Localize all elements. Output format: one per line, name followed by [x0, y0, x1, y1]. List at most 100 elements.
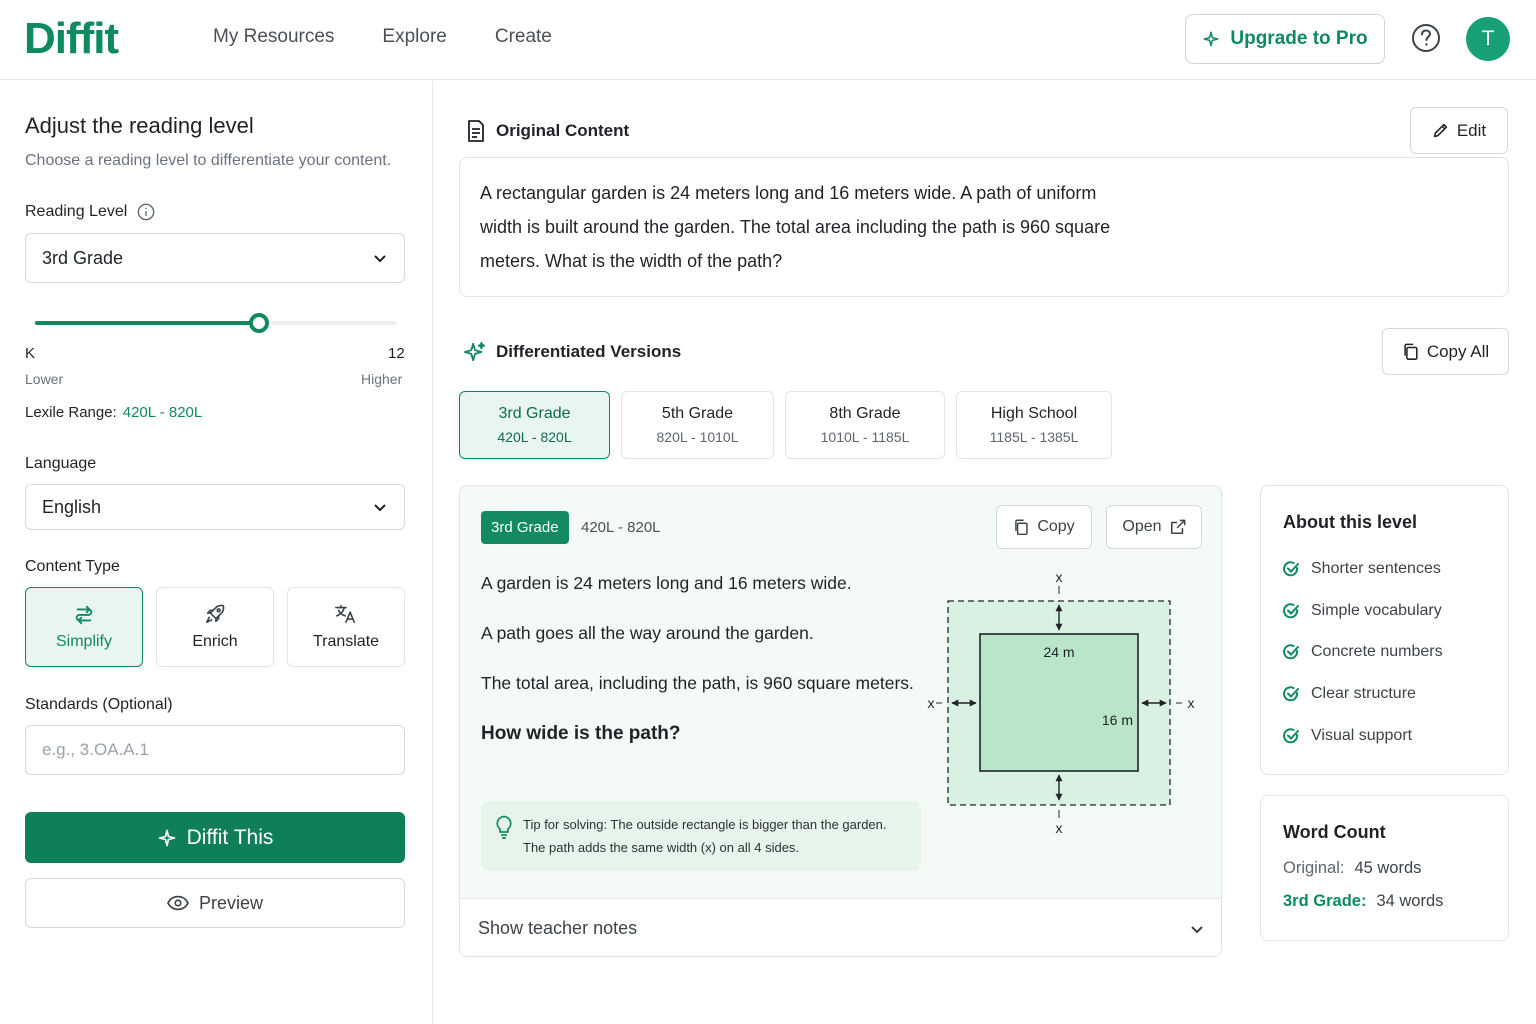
reading-level-slider[interactable]	[35, 313, 397, 333]
about-item: Shorter sentences	[1283, 560, 1441, 578]
user-avatar[interactable]: T	[1466, 17, 1510, 61]
about-item-label: Visual support	[1311, 727, 1413, 744]
content-type-simplify[interactable]: Simplify	[25, 587, 143, 667]
about-item: Simple vocabulary	[1283, 602, 1442, 620]
left-x-label: x	[928, 695, 935, 711]
about-item-label: Clear structure	[1311, 685, 1416, 702]
check-circle-icon	[1283, 728, 1299, 744]
teacher-notes-toggle[interactable]: Show teacher notes	[460, 898, 1221, 956]
simplify-icon	[75, 605, 93, 625]
slider-lower-label: Lower	[25, 371, 64, 387]
diffit-this-label: Diffit This	[186, 825, 274, 849]
translate-label: Translate	[312, 633, 380, 650]
tab-range: 1185L - 1385L	[989, 429, 1079, 445]
lexile-label: Lexile Range:	[25, 404, 117, 421]
differentiated-versions-title: Differentiated Versions	[496, 342, 682, 361]
slider-handle[interactable]	[249, 313, 270, 333]
language-value: English	[42, 496, 102, 517]
about-level-card: About this level Shorter sentences Simpl…	[1260, 485, 1509, 775]
differentiated-versions-header: Differentiated Versions	[464, 341, 681, 363]
upgrade-to-pro-button[interactable]: Upgrade to Pro	[1185, 14, 1385, 64]
edit-button[interactable]: Edit	[1410, 107, 1508, 154]
panel-subtitle: Choose a reading level to differentiate …	[25, 152, 392, 169]
chevron-down-icon	[374, 504, 386, 512]
about-item: Clear structure	[1283, 685, 1416, 703]
chevron-down-icon	[1191, 925, 1203, 933]
tab-8th-grade[interactable]: 8th Grade 1010L - 1185L	[785, 391, 945, 459]
copy-icon	[1015, 519, 1028, 535]
about-item: Visual support	[1283, 727, 1412, 745]
original-content-text: A rectangular garden is 24 meters long a…	[480, 183, 1111, 271]
standards-input[interactable]	[25, 725, 405, 775]
simplify-label: Simplify	[55, 633, 112, 650]
original-content-box: A rectangular garden is 24 meters long a…	[459, 157, 1509, 297]
diffit-logo[interactable]: Diffit	[24, 14, 119, 64]
grade-word-count: 3rd Grade: 34 words	[1283, 892, 1443, 911]
question-text: How wide is the path?	[481, 723, 681, 744]
open-button[interactable]: Open	[1106, 505, 1202, 549]
slider-max-label: 12	[388, 345, 405, 362]
copy-all-button[interactable]: Copy All	[1382, 328, 1509, 375]
sparkles-icon	[464, 341, 486, 362]
tab-5th-grade[interactable]: 5th Grade 820L - 1010L	[621, 391, 774, 459]
word-count-card: Word Count Original: 45 words 3rd Grade:…	[1260, 795, 1509, 941]
original-content-header: Original Content	[466, 120, 629, 142]
nav-my-resources[interactable]: My Resources	[213, 26, 334, 48]
top-x-label: x	[1056, 572, 1063, 585]
slider-fill	[35, 321, 260, 325]
help-icon[interactable]	[1410, 22, 1442, 54]
check-circle-icon	[1283, 686, 1299, 702]
tab-range: 1010L - 1185L	[820, 429, 910, 445]
content-type-translate[interactable]: Translate	[287, 587, 405, 667]
tip-line-2: The path adds the same width (x) on all …	[523, 840, 800, 855]
tip-line-1: Tip for solving: The outside rectangle i…	[523, 817, 887, 832]
simplified-sentence-2: A path goes all the way around the garde…	[481, 623, 814, 643]
main-nav: My Resources Explore Create	[213, 26, 552, 48]
tab-range: 420L - 820L	[497, 429, 572, 445]
info-icon[interactable]	[137, 203, 155, 221]
copy-button[interactable]: Copy	[996, 505, 1092, 549]
grade-count-value: 34 words	[1376, 892, 1444, 910]
reading-level-select[interactable]: 3rd Grade	[25, 233, 405, 283]
grade-count-label: 3rd Grade:	[1283, 892, 1367, 910]
bottom-x-label: x	[1056, 820, 1063, 836]
tab-range: 820L - 1010L	[656, 429, 739, 445]
open-label: Open	[1122, 518, 1162, 535]
language-select[interactable]: English	[25, 484, 405, 530]
nav-create[interactable]: Create	[495, 26, 552, 48]
simplified-sentence-1: A garden is 24 meters long and 16 meters…	[481, 573, 852, 593]
right-x-label: x	[1188, 695, 1195, 711]
about-item-label: Concrete numbers	[1311, 643, 1443, 660]
about-item-label: Shorter sentences	[1311, 560, 1441, 577]
tab-high-school[interactable]: High School 1185L - 1385L	[956, 391, 1112, 459]
document-icon	[468, 120, 484, 142]
content-type-enrich[interactable]: Enrich	[156, 587, 274, 667]
tab-grade: 8th Grade	[829, 405, 901, 422]
copy-label: Copy	[1037, 518, 1075, 535]
sparkle-icon	[1203, 31, 1219, 47]
nav-explore[interactable]: Explore	[382, 26, 446, 48]
reading-level-label-row: Reading Level	[25, 203, 155, 221]
simplified-sentence-3: The total area, including the path, is 9…	[481, 673, 914, 693]
grade-badge: 3rd Grade	[481, 511, 569, 544]
original-count-label: Original:	[1283, 859, 1345, 877]
tab-3rd-grade[interactable]: 3rd Grade 420L - 820L	[459, 391, 610, 459]
language-label: Language	[25, 455, 97, 472]
panel-title: Adjust the reading level	[25, 113, 254, 138]
original-count-value: 45 words	[1354, 859, 1422, 877]
grade-range: 420L - 820L	[581, 519, 661, 536]
sparkle-icon	[158, 829, 175, 846]
solving-tip: Tip for solving: The outside rectangle i…	[481, 801, 921, 871]
pencil-icon	[1433, 123, 1448, 138]
preview-label: Preview	[198, 892, 264, 913]
edit-label: Edit	[1456, 120, 1487, 140]
tip-text: Tip for solving: The outside rectangle i…	[523, 813, 887, 859]
word-count-title: Word Count	[1283, 822, 1386, 842]
content-type-label: Content Type	[25, 558, 120, 575]
enrich-label: Enrich	[192, 633, 238, 650]
about-item-label: Simple vocabulary	[1311, 602, 1442, 619]
reading-level-value: 3rd Grade	[42, 247, 124, 268]
settings-panel: Adjust the reading level Choose a readin…	[0, 81, 433, 1024]
diffit-this-button[interactable]: Diffit This	[25, 812, 405, 863]
preview-button[interactable]: Preview	[25, 878, 405, 928]
